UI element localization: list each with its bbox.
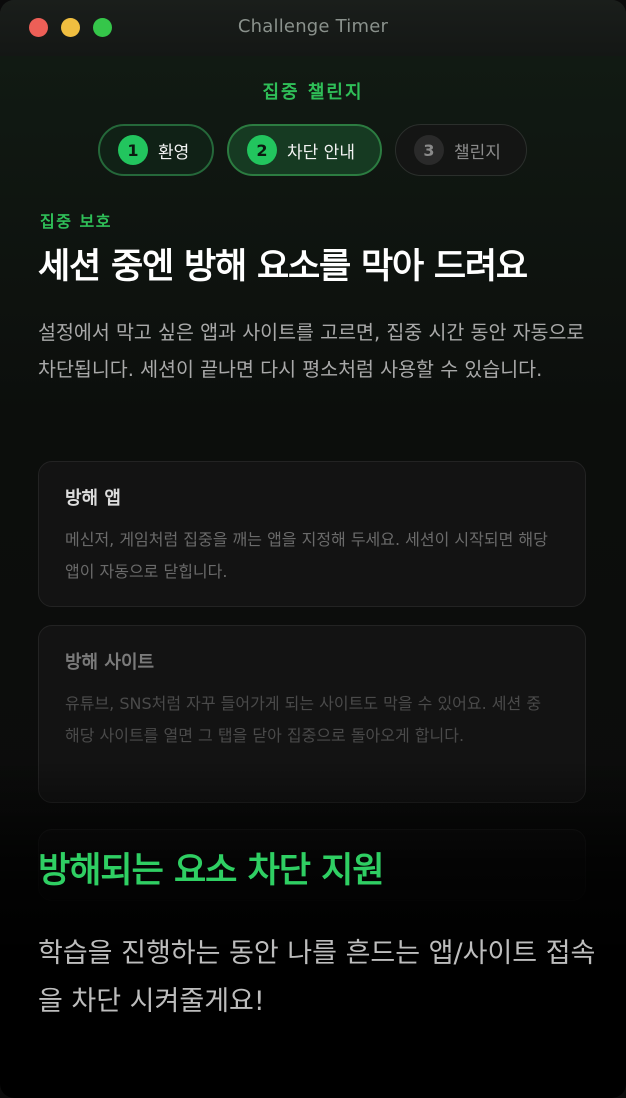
step-number: 3 — [414, 135, 444, 165]
app-window: Challenge Timer 집중 챌린지 1 환영 2 차단 안내 3 챌린… — [0, 0, 626, 1098]
step-label: 차단 안내 — [287, 142, 355, 163]
step-label: 챌린지 — [454, 142, 501, 163]
step-welcome[interactable]: 1 환영 — [98, 124, 214, 176]
feature-caption-title: 방해되는 요소 차단 지원 — [38, 851, 385, 891]
section-description: 설정에서 막고 싶은 앱과 사이트를 고르면, 집중 시간 동안 자동으로 차단… — [38, 321, 585, 381]
step-challenge[interactable]: 3 챌린지 — [395, 124, 527, 176]
feature-caption-text: 학습을 진행하는 동안 나를 흔드는 앱/사이트 접속을 차단 시켜줄게요! — [38, 938, 596, 1017]
page-header-label: 집중 챌린지 — [262, 82, 364, 103]
blocked-apps-card: 방해 앱 메신저, 게임처럼 집중을 깨는 앱을 지정해 두세요. 세션이 시작… — [38, 461, 586, 607]
window-title: Challenge Timer — [237, 16, 389, 37]
step-number: 2 — [247, 135, 277, 165]
blocked-sites-card: 방해 사이트 유튜브, SNS처럼 자꾸 들어가게 되는 사이트도 막을 수 있… — [38, 625, 586, 803]
step-number: 1 — [118, 135, 148, 165]
step-label: 환영 — [158, 142, 190, 163]
card-body: 메신저, 게임처럼 집중을 깨는 앱을 지정해 두세요. 세션이 시작되면 해당… — [65, 530, 548, 581]
card-title: 방해 사이트 — [65, 652, 155, 673]
card-title: 방해 앱 — [65, 488, 121, 509]
section-eyebrow: 집중 보호 — [40, 212, 112, 231]
card-body: 유튜브, SNS처럼 자꾸 들어가게 되는 사이트도 막을 수 있어요. 세션 … — [65, 694, 542, 745]
title-bar: Challenge Timer — [0, 0, 626, 57]
section-headline: 세션 중엔 방해 요소를 막아 드려요 — [38, 247, 528, 287]
step-block-guide[interactable]: 2 차단 안내 — [227, 124, 382, 176]
step-indicator: 1 환영 2 차단 안내 3 챌린지 — [0, 124, 626, 180]
